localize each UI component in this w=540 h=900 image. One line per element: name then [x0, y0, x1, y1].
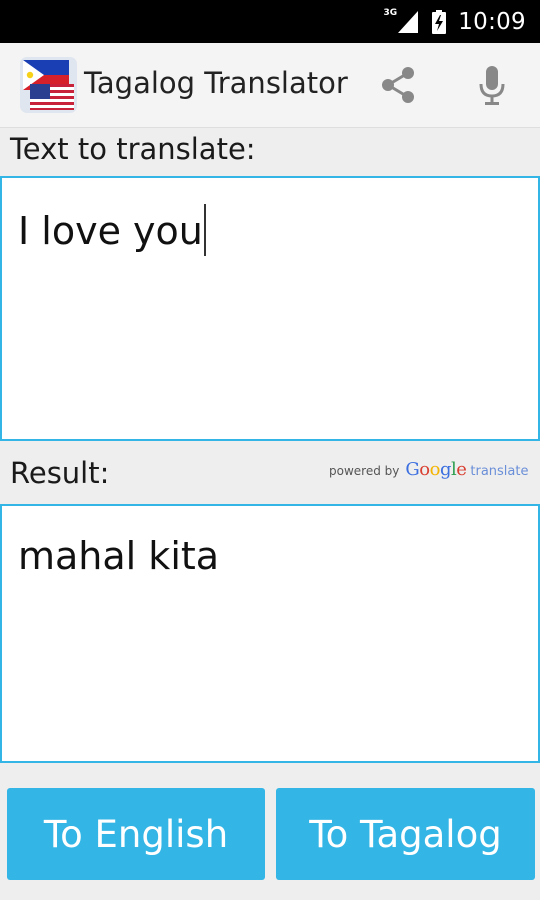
google-translate-attribution: powered by Google translate — [329, 459, 528, 480]
to-tagalog-button[interactable]: To Tagalog — [276, 788, 535, 880]
network-type: 3G — [383, 7, 398, 18]
share-button[interactable] — [370, 57, 426, 113]
app-title: Tagalog Translator — [84, 66, 348, 100]
clock: 10:09 — [458, 8, 526, 35]
share-icon — [382, 67, 414, 103]
text-to-translate-field[interactable]: I love you — [0, 176, 540, 441]
google-logo: Google — [405, 459, 467, 480]
voice-input-button[interactable] — [464, 57, 520, 113]
result-text: mahal kita — [18, 534, 220, 578]
battery-charging-icon — [432, 9, 447, 34]
input-text: I love you — [18, 209, 203, 253]
input-label: Text to translate: — [10, 132, 256, 166]
result-field[interactable]: mahal kita — [0, 504, 540, 763]
screen: 3G 10:09 Tagalog Translator Text to tran… — [0, 0, 540, 900]
to-english-button[interactable]: To English — [7, 788, 265, 880]
action-bar: Tagalog Translator — [0, 43, 540, 128]
status-bar: 3G 10:09 — [0, 0, 540, 43]
result-label: Result: — [10, 456, 110, 490]
app-flag-icon — [20, 57, 77, 113]
translate-text: translate — [470, 464, 529, 479]
signal-icon — [398, 10, 419, 33]
status-indicators: 3G 10:09 — [384, 0, 526, 43]
microphone-icon — [479, 66, 505, 105]
input-text-wrapper: I love you — [18, 204, 206, 256]
powered-by-text: powered by — [329, 464, 400, 478]
text-cursor — [203, 204, 206, 256]
